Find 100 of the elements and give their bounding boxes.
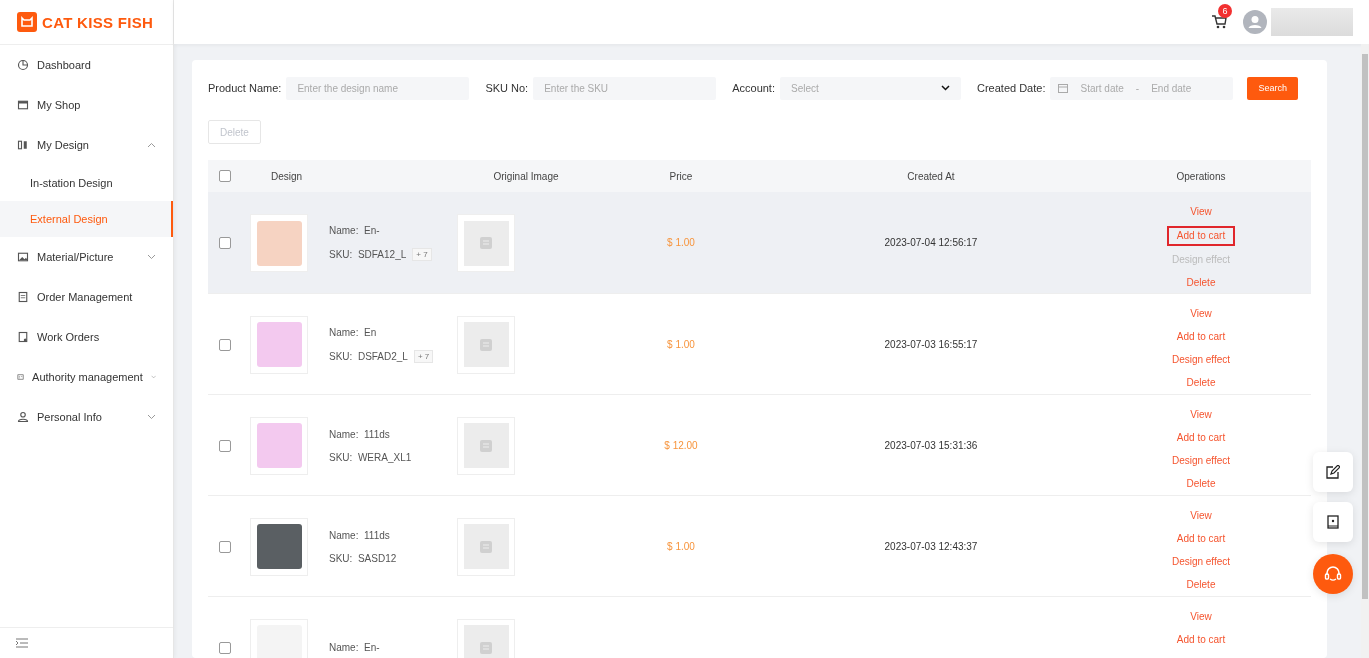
table-row[interactable]: Name: En SKU: DSFAD2_L + 7 $ 1.00 2023-07-03 16:55:17 View Add to cart Design effect Delete: [208, 293, 1311, 394]
operation-link[interactable]: View: [1184, 607, 1218, 626]
clipboard-icon: [17, 291, 29, 303]
search-button[interactable]: Search: [1247, 76, 1298, 100]
select-all-checkbox[interactable]: [218, 170, 231, 183]
design-sku: SKU: DSFAD2_L: [329, 350, 408, 362]
operation-link[interactable]: View: [1184, 506, 1218, 525]
help-float-button[interactable]: [1313, 502, 1353, 542]
column-header: Price: [669, 170, 693, 182]
sidebar-subitem[interactable]: In-station Design: [0, 165, 173, 201]
filter-label: Account:: [732, 82, 775, 94]
text-field[interactable]: Enter the design name: [286, 76, 470, 100]
filter-label: Created Date:: [977, 82, 1046, 94]
support-float-button[interactable]: [1313, 554, 1353, 594]
id-card-icon: [17, 371, 25, 383]
design-name: Name: 111ds: [329, 529, 390, 541]
operation-link[interactable]: Delete: [1180, 373, 1222, 392]
operation-link[interactable]: Add to cart: [1170, 327, 1232, 346]
price: $ 1.00: [667, 540, 695, 552]
operation-link[interactable]: Design effect: [1165, 350, 1237, 369]
chevron-icon: [150, 374, 156, 380]
operation-link[interactable]: Add to cart: [1166, 226, 1236, 246]
design-name: Name: En-: [329, 642, 380, 653]
row-checkbox[interactable]: [218, 237, 231, 250]
columns-icon: [17, 139, 29, 151]
design-sku: SKU: WERA_XL1: [329, 451, 412, 463]
chevron-icon: [147, 142, 156, 148]
operation-link[interactable]: View: [1184, 304, 1218, 323]
design-sku: SKU: SDFA12_L: [329, 249, 407, 260]
image-placeholder-icon: [480, 338, 492, 351]
sidebar-item[interactable]: My Design: [0, 125, 173, 165]
column-header: Operations: [1176, 170, 1226, 182]
sidebar-item[interactable]: Authority management: [0, 357, 173, 397]
image-placeholder-icon: [480, 641, 492, 654]
created-date: 2023-07-03 15:31:36: [884, 439, 978, 451]
calendar-icon: [1058, 83, 1069, 93]
price: $ 1.00: [667, 237, 695, 248]
row-checkbox[interactable]: [218, 540, 231, 553]
design-name: Name: En-: [329, 225, 380, 236]
more-sku-tag[interactable]: + 7: [412, 248, 432, 261]
design-sku: SKU: SASD12: [329, 552, 397, 564]
filter-label: SKU No:: [485, 82, 529, 94]
operation-link[interactable]: View: [1184, 405, 1218, 424]
row-checkbox[interactable]: [218, 338, 231, 351]
chevron-down-icon: [941, 85, 950, 91]
select-field[interactable]: Select: [780, 76, 961, 100]
operation-link[interactable]: Delete: [1180, 474, 1222, 493]
headset-icon: [1323, 564, 1343, 584]
brand-name: CAT KISS FISH: [42, 13, 154, 31]
operation-link[interactable]: Add to cart: [1170, 529, 1232, 548]
created-date: 2023-07-04 12:56:17: [884, 237, 978, 248]
operation-link[interactable]: Add to cart: [1170, 428, 1232, 447]
column-header: Design: [271, 170, 303, 182]
created-date: 2023-07-03 12:43:37: [884, 540, 978, 552]
sidebar-item[interactable]: Work Orders: [0, 317, 173, 357]
operation-link[interactable]: Design effect: [1165, 451, 1237, 470]
image-placeholder-icon: [480, 540, 492, 553]
shop-icon: [17, 99, 29, 111]
scrollbar[interactable]: [1362, 54, 1368, 599]
sidebar-item[interactable]: Personal Info: [0, 397, 173, 437]
price: $ 1.00: [667, 338, 695, 350]
image-placeholder-icon: [480, 237, 492, 249]
filter-label: Product Name:: [208, 82, 282, 94]
sidebar-subitem[interactable]: External Design: [0, 201, 173, 237]
table-row[interactable]: Name: En- View Add to cart: [208, 596, 1311, 658]
avatar-icon[interactable]: [1243, 10, 1267, 34]
edit-float-button[interactable]: [1313, 452, 1353, 492]
sidebar-item[interactable]: Order Management: [0, 277, 173, 317]
person-icon: [17, 411, 29, 423]
column-header: Created At: [907, 170, 955, 182]
operation-link[interactable]: Delete: [1180, 274, 1222, 292]
row-checkbox[interactable]: [218, 641, 231, 654]
operation-link[interactable]: Delete: [1180, 575, 1222, 594]
pie-chart-icon: [17, 59, 29, 71]
more-sku-tag[interactable]: + 7: [413, 349, 434, 363]
text-field[interactable]: Enter the SKU: [533, 76, 717, 100]
column-header: Original Image: [493, 170, 559, 182]
date-range-field[interactable]: Start date - End date: [1050, 76, 1234, 100]
cat-logo-icon: [17, 12, 37, 32]
chevron-icon: [147, 254, 156, 260]
price: $ 12.00: [664, 439, 698, 451]
table-row[interactable]: Name: 111ds SKU: SASD12 $ 1.00 2023-07-03 12:43:37 View Add to cart Design effect Delete: [208, 495, 1311, 596]
operation-link[interactable]: View: [1184, 203, 1218, 221]
cart-icon[interactable]: [1211, 14, 1227, 30]
chevron-icon: [147, 414, 156, 420]
sidebar-item[interactable]: Material/Picture: [0, 237, 173, 277]
collapse-menu-icon[interactable]: [16, 638, 28, 648]
sidebar-item[interactable]: Dashboard: [0, 45, 173, 85]
cart-count-badge: 6: [1218, 4, 1232, 18]
document-icon: [17, 331, 29, 343]
row-checkbox[interactable]: [218, 439, 231, 452]
sidebar-item[interactable]: My Shop: [0, 85, 173, 125]
operation-link[interactable]: Add to cart: [1170, 630, 1232, 649]
design-name: Name: En: [329, 326, 377, 338]
help-book-icon: [1327, 515, 1339, 529]
design-name: Name: 111ds: [329, 428, 390, 440]
created-date: 2023-07-03 16:55:17: [884, 338, 978, 350]
operation-link[interactable]: Design effect: [1165, 552, 1237, 571]
edit-icon: [1326, 465, 1340, 479]
table-row[interactable]: Name: 111ds SKU: WERA_XL1 $ 12.00 2023-07-03 15:31:36 View Add to cart Design effect Delete: [208, 394, 1311, 495]
